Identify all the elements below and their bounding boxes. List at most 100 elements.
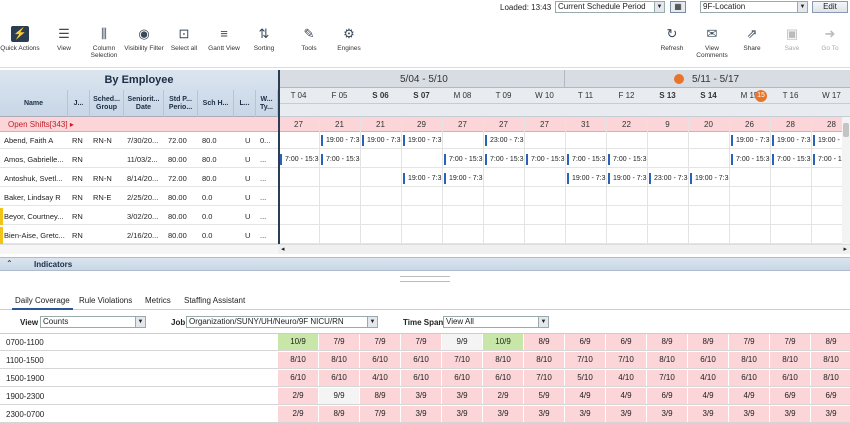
shift-block[interactable]: 19:00 - 7:3 (731, 135, 771, 146)
shift-block[interactable]: 23:00 - 7:3 (485, 135, 525, 146)
open-shift-count[interactable]: 28 (770, 120, 811, 129)
open-shift-count[interactable]: 9 (647, 120, 688, 129)
coverage-cell[interactable]: 2/9 (278, 406, 319, 422)
quick-actions-button[interactable]: ⚡ Quick Actions (0, 26, 40, 52)
employee-row[interactable]: Beyor, Courtney... RN 3/02/20... 80.00 0.0 U.… (0, 208, 850, 225)
tools-button[interactable]: ✎ Tools (289, 26, 329, 52)
coverage-cell[interactable]: 3/9 (729, 406, 770, 422)
day-header-cell[interactable]: F 05 (319, 91, 360, 100)
shift-block[interactable]: 7:00 - 15:3 (772, 154, 812, 165)
day-header-cell[interactable]: T 09 (483, 91, 524, 100)
view-button[interactable]: ☰ View (44, 26, 84, 52)
coverage-cell[interactable]: 3/9 (442, 388, 483, 404)
location-select[interactable]: 9F-Location ▼ (700, 1, 808, 13)
select-all-button[interactable]: ⊡ Select all (164, 26, 204, 52)
coverage-cell[interactable]: 4/9 (729, 388, 770, 404)
coverage-cell[interactable]: 8/10 (647, 352, 688, 368)
day-header-cell[interactable]: S 14 (688, 91, 729, 100)
coverage-cell[interactable]: 7/9 (360, 406, 401, 422)
coverage-cell[interactable]: 8/10 (524, 352, 565, 368)
employee-row[interactable]: Baker, Lindsay R RN RN-E 2/25/20... 80.00 0.0… (0, 189, 850, 206)
shift-block[interactable]: 19:00 - 7:3 (403, 173, 443, 184)
open-shift-count[interactable]: 21 (319, 120, 360, 129)
coverage-cell[interactable]: 7/9 (360, 334, 401, 350)
coverage-cell[interactable]: 9/9 (442, 334, 483, 350)
scroll-right-icon[interactable]: ▸ (843, 245, 847, 253)
coverage-cell[interactable]: 3/9 (483, 406, 524, 422)
coverage-cell[interactable]: 10/9 (278, 334, 319, 350)
coverage-cell[interactable]: 6/10 (483, 370, 524, 386)
coverage-cell[interactable]: 6/9 (565, 334, 606, 350)
col-header-std-period[interactable]: Std P... Perio... (164, 90, 198, 117)
open-shift-count[interactable]: 27 (483, 120, 524, 129)
coverage-cell[interactable]: 5/10 (565, 370, 606, 386)
coverage-cell[interactable]: 4/10 (360, 370, 401, 386)
coverage-cell[interactable]: 6/9 (811, 388, 850, 404)
shift-block[interactable]: 7:00 - 15:3 (567, 154, 607, 165)
time-span-select[interactable]: View All ▼ (443, 316, 549, 328)
coverage-cell[interactable]: 3/9 (565, 406, 606, 422)
open-shift-count[interactable]: 29 (401, 120, 442, 129)
tab-daily-coverage[interactable]: Daily Coverage (12, 296, 73, 310)
coverage-cell[interactable]: 8/10 (770, 352, 811, 368)
coverage-cell[interactable]: 3/9 (401, 406, 442, 422)
employee-row[interactable]: Bien-Aise, Gretc... RN 2/16/20... 80.00 0.0 U… (0, 227, 850, 244)
shift-block[interactable]: 19:00 - 7:3 (403, 135, 443, 146)
coverage-cell[interactable]: 3/9 (811, 406, 850, 422)
open-shift-count[interactable]: 26 (729, 120, 770, 129)
coverage-cell[interactable]: 6/10 (770, 370, 811, 386)
coverage-cell[interactable]: 7/10 (524, 370, 565, 386)
day-header-cell[interactable]: S 13 (647, 91, 688, 100)
shift-block[interactable]: 7:00 - 15:3 (321, 154, 361, 165)
coverage-cell[interactable]: 3/9 (401, 388, 442, 404)
coverage-cell[interactable]: 6/10 (401, 370, 442, 386)
coverage-cell[interactable]: 7/10 (606, 352, 647, 368)
scroll-thumb[interactable] (843, 123, 849, 137)
save-button[interactable]: ▣ Save (772, 26, 812, 52)
coverage-cell[interactable]: 3/9 (606, 406, 647, 422)
col-header-seniority[interactable]: Seniorit... Date (124, 90, 164, 117)
shift-block[interactable]: 7:00 - 15:3 (608, 154, 648, 165)
coverage-cell[interactable]: 5/9 (524, 388, 565, 404)
shift-block[interactable]: 19:00 - 7:3 (772, 135, 812, 146)
coverage-cell[interactable]: 9/9 (319, 388, 360, 404)
calendar-icon[interactable]: ▦ (670, 1, 686, 13)
coverage-cell[interactable]: 8/9 (647, 334, 688, 350)
shift-block[interactable]: 7:00 - 15:3 (526, 154, 566, 165)
coverage-cell[interactable]: 4/10 (606, 370, 647, 386)
day-header-cell[interactable]: T 04 (278, 91, 319, 100)
tab-rule-violations[interactable]: Rule Violations (76, 296, 135, 305)
shift-block[interactable]: 23:00 - 7:3 (649, 173, 689, 184)
open-shift-count[interactable]: 22 (606, 120, 647, 129)
view-filter-select[interactable]: Counts ▼ (40, 316, 146, 328)
coverage-cell[interactable]: 3/9 (770, 406, 811, 422)
coverage-cell[interactable]: 6/10 (442, 370, 483, 386)
resize-grip[interactable] (400, 276, 450, 282)
go-to-button[interactable]: ➜ Go To (810, 26, 850, 52)
engines-button[interactable]: ⚙ Engines (329, 26, 369, 52)
coverage-cell[interactable]: 4/10 (688, 370, 729, 386)
coverage-cell[interactable]: 6/10 (360, 352, 401, 368)
coverage-cell[interactable]: 4/9 (565, 388, 606, 404)
gantt-view-button[interactable]: ≡ Gantt View (204, 26, 244, 52)
column-selection-button[interactable]: ⫼ Column Selection (84, 26, 124, 59)
coverage-cell[interactable]: 4/9 (688, 388, 729, 404)
coverage-cell[interactable]: 8/10 (483, 352, 524, 368)
edit-button[interactable]: Edit (812, 1, 848, 13)
coverage-cell[interactable]: 3/9 (688, 406, 729, 422)
coverage-cell[interactable]: 8/9 (524, 334, 565, 350)
shift-block[interactable]: 19:00 - 7:3 (690, 173, 730, 184)
day-header-cell[interactable]: S 07 (401, 91, 442, 100)
coverage-cell[interactable]: 3/9 (647, 406, 688, 422)
view-comments-button[interactable]: ✉ View Comments (692, 26, 732, 59)
employee-row[interactable]: Amos, Gabrielle... RN 11/03/2... 80.00 80.0 U… (0, 151, 850, 168)
day-header-cell[interactable]: W 10 (524, 91, 565, 100)
coverage-cell[interactable]: 8/9 (319, 406, 360, 422)
employee-row[interactable]: Abend, Faith A RN RN-N 7/30/20... 72.00 80.0 U… (0, 132, 850, 149)
coverage-cell[interactable]: 7/9 (401, 334, 442, 350)
coverage-cell[interactable]: 10/9 (483, 334, 524, 350)
open-shift-count[interactable]: 20 (688, 120, 729, 129)
day-header-cell[interactable]: W 17 (811, 91, 850, 100)
shift-block[interactable]: 7:00 - 15:3 (444, 154, 484, 165)
tab-staffing-assistant[interactable]: Staffing Assistant (181, 296, 248, 305)
